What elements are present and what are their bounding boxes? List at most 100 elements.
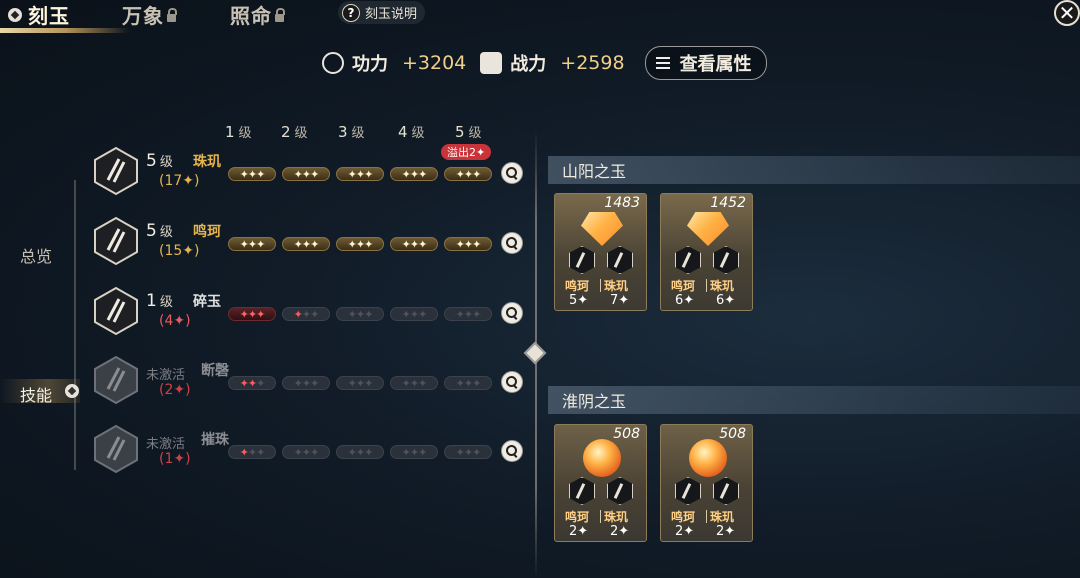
skill-row: 未激活 断磬 (2✦) ✦✦ ✦ ✦✦✦ ✦✦✦ ✦✦✦ ✦✦✦: [93, 355, 533, 405]
jade-card[interactable]: 1483 鸣珂 珠玑 5✦ 7✦: [554, 193, 647, 311]
level-unit: 级: [468, 126, 482, 141]
jade-separator: [706, 510, 707, 523]
zhanli-label: 战力: [510, 54, 547, 75]
progress-segment: ✦✦✦: [282, 376, 330, 390]
hex-cuizhu-icon: [94, 424, 138, 474]
skill-name: 鸣珂: [193, 224, 221, 240]
nav-skills-label: 技能: [20, 386, 53, 405]
jade-card[interactable]: 508 鸣珂 珠玑 2✦ 2✦: [554, 424, 647, 542]
level-header-3: 3级: [338, 122, 365, 141]
progress-segment: ✦✦✦: [444, 445, 492, 459]
skill-level-value: 1: [146, 291, 157, 311]
progress-segment: ✦✦✦: [390, 376, 438, 390]
progress-segment: ✦✦✦: [228, 167, 276, 181]
view-attributes-button[interactable]: 查看属性: [644, 46, 767, 80]
progress-segment: ✦✦✦: [228, 307, 276, 321]
active-tab-underline: [0, 28, 130, 33]
skill-level: 5级: [146, 151, 173, 171]
level-number: 5: [455, 123, 465, 141]
jade-gem-icon: [687, 212, 729, 246]
progress-segment: ✦✦✦: [390, 237, 438, 251]
jade-separator: [706, 279, 707, 292]
view-attributes-label: 查看属性: [679, 54, 752, 75]
jade-skill-b-name: 珠玑: [604, 510, 629, 524]
skill-level-value: 5: [146, 221, 157, 241]
magnifier-button[interactable]: [501, 162, 523, 184]
gongli-label: 功力: [352, 54, 388, 75]
jade-score: 1483: [604, 195, 640, 211]
progress-segment: ✦✦✦: [282, 445, 330, 459]
jade-skill-a-name: 鸣珂: [671, 279, 696, 293]
nav-active-marker-icon: [65, 384, 79, 398]
level-unit: 级: [294, 126, 308, 141]
skill-level: 5级: [146, 221, 173, 241]
level-unit: 级: [351, 126, 365, 141]
progress-segment: ✦✦✦: [444, 237, 492, 251]
tab-wanxiang[interactable]: 万象: [122, 0, 177, 28]
nav-divider: [74, 180, 76, 470]
skill-row: 5 级 鸣珂 (15✦) ✦✦✦ ✦✦✦ ✦✦✦ ✦✦✦ ✦✦✦: [93, 216, 533, 266]
magnifier-button[interactable]: [501, 302, 523, 324]
jade-gem-icon: [583, 439, 621, 477]
jade-skill-a-value: 2✦: [675, 524, 695, 539]
skill-star-count: (1✦): [159, 451, 191, 467]
jade-score: 508: [719, 426, 746, 442]
jade-separator: [600, 279, 601, 292]
zhuji-hex-icon: [607, 477, 633, 505]
progress-segment: ✦✦✦: [282, 167, 330, 181]
level-unit: 级: [411, 126, 425, 141]
close-button[interactable]: ✕: [1054, 0, 1080, 26]
help-button[interactable]: ? 刻玉说明: [338, 1, 426, 24]
nav-overview[interactable]: 总览: [20, 243, 52, 267]
jade-card[interactable]: 508 鸣珂 珠玑 2✦ 2✦: [660, 424, 753, 542]
magnifier-button[interactable]: [501, 232, 523, 254]
skill-star-count: (4✦): [159, 313, 191, 329]
mingke-hex-icon: [675, 246, 701, 274]
jade-skill-a-name: 鸣珂: [671, 510, 696, 524]
zhuji-hex-icon: [713, 246, 739, 274]
jade-skill-b-value: 6✦: [716, 293, 736, 308]
magnifier-button[interactable]: [501, 440, 523, 462]
section-title: 淮阴之玉: [562, 392, 627, 411]
skill-level-unit: 级: [159, 225, 173, 240]
section-title: 山阳之玉: [562, 162, 627, 181]
zhanli-icon: [480, 52, 503, 74]
tab-active-marker-icon: [8, 8, 22, 22]
jade-skill-a-value: 6✦: [675, 293, 695, 308]
jade-card[interactable]: 1452 鸣珂 珠玑 6✦ 6✦: [660, 193, 753, 311]
skill-progress-track: ✦✦✦ ✦✦✦ ✦✦✦ ✦✦✦ ✦✦✦: [228, 307, 498, 321]
jade-skill-a-name: 鸣珂: [565, 279, 590, 293]
jade-skill-b-value: 7✦: [610, 293, 630, 308]
list-icon: [655, 57, 670, 69]
progress-segment: ✦✦✦: [228, 237, 276, 251]
skill-row: 5 级 珠玑 (17✦) ✦✦✦ ✦✦✦ ✦✦✦ ✦✦✦ ✦✦✦: [93, 146, 533, 196]
level-header-5: 5级: [455, 122, 482, 141]
jade-skill-b-value: 2✦: [610, 524, 630, 539]
nav-skills[interactable]: 技能: [20, 382, 52, 406]
question-icon: ?: [342, 3, 360, 22]
skill-level-unit: 级: [159, 155, 173, 170]
skill-level-unit: 级: [159, 295, 173, 310]
tab-keyu[interactable]: 刻玉: [8, 0, 70, 28]
magnifier-button[interactable]: [501, 371, 523, 393]
jade-skill-b-name: 珠玑: [710, 279, 735, 293]
skill-level: 未激活: [146, 433, 188, 452]
level-number: 3: [338, 123, 348, 141]
zhanli-value: +2598: [560, 52, 625, 74]
progress-segment: ✦✦✦: [282, 237, 330, 251]
skill-progress-track: ✦✦✦ ✦✦✦ ✦✦✦ ✦✦✦ ✦✦✦: [228, 376, 498, 390]
jade-skill-a-value: 5✦: [569, 293, 589, 308]
hex-duanqing-icon: [94, 355, 138, 405]
level-number: 4: [398, 123, 408, 141]
level-number: 1: [225, 123, 235, 141]
jade-skill-a-value: 2✦: [569, 524, 589, 539]
help-label: 刻玉说明: [365, 7, 418, 22]
tab-wanxiang-label: 万象: [122, 4, 164, 28]
jade-skill-b-name: 珠玑: [710, 510, 735, 524]
progress-segment: ✦✦✦: [228, 376, 276, 390]
jade-separator: [600, 510, 601, 523]
tab-zhaoming[interactable]: 照命: [230, 0, 285, 28]
mingke-hex-icon: [569, 477, 595, 505]
skill-name: 摧珠: [201, 432, 229, 448]
skill-name: 碎玉: [193, 294, 221, 310]
